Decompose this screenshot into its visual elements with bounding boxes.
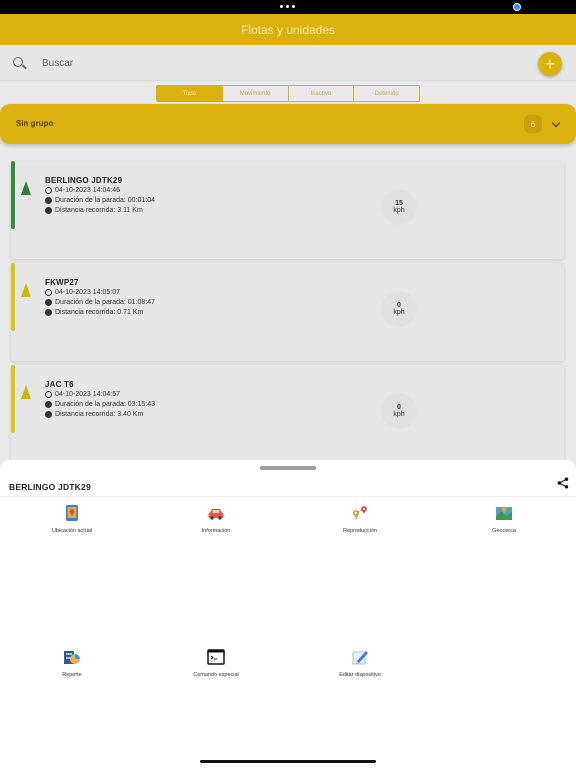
vehicle-stop-row: Duración de la parada: 00:01:04 [45,197,155,204]
car-icon [208,509,224,520]
divider [0,496,576,497]
map-icon [496,507,512,520]
action-informacion[interactable]: Información [161,504,271,534]
plus-icon: + [544,54,556,74]
direction-arrow-icon [21,283,31,297]
distance-icon [45,411,52,418]
vehicle-stop-row: Duración de la parada: 01:08:47 [45,299,155,306]
vehicle-timestamp-row: 04-10-2023 14:05:07 [45,289,120,296]
search-icon [13,57,23,67]
speed-unit: kph [393,207,405,214]
vehicle-stop-duration: Duración de la parada: 03:15:43 [55,401,156,408]
terminal-icon [207,649,225,665]
vehicle-stop-duration: Duración de la parada: 00:01:04 [55,197,156,204]
sheet-drag-handle[interactable] [260,466,316,470]
speed-value: 0 [397,404,401,411]
vehicle-distance: Distancia recorrida: 0.71 Km [55,309,144,316]
vehicle-timestamp: 04-10-2023 14:04:46 [55,187,120,194]
vehicle-name: BERLINGO JDTK29 [45,176,123,185]
status-stripe [11,161,15,229]
action-label: Información [201,528,231,534]
vehicle-card[interactable]: BERLINGO JDTK29 04-10-2023 14:04:46 Dura… [11,161,564,259]
vehicle-timestamp-row: 04-10-2023 14:04:57 [45,391,120,398]
phone-location-icon [66,505,78,521]
share-icon[interactable] [557,477,569,489]
vehicle-distance-row: Distancia recorrida: 3.40 Km [45,411,143,418]
tab-inactivo[interactable]: Inactivo [287,86,354,101]
vehicle-card[interactable]: JAC T6 04-10-2023 14:04:57 Duración de l… [11,365,564,463]
sheet-title: BERLINGO JDTK29 [9,482,91,492]
action-label: Ubicación actual [51,528,93,534]
actions-bottom-sheet: BERLINGO JDTK29 Ubicación actual Informa… [0,460,576,768]
vehicle-name: FKWP27 [45,278,79,287]
action-label: Comando especial [193,672,239,678]
group-count-badge: 6 [524,115,542,133]
page-title: Flotas y unidades [240,22,336,37]
vehicle-stop-row: Duración de la parada: 03:15:43 [45,401,155,408]
vehicle-name: JAC T6 [45,380,74,389]
status-stripe [11,263,15,331]
action-label: Reproducción [343,528,377,534]
speed-unit: kph [393,309,405,316]
edit-icon [352,651,368,665]
action-ubicacion-actual[interactable]: Ubicación actual [17,504,127,534]
speed-badge: 0 kph [382,394,416,428]
action-geocerca[interactable]: Geocerca [449,504,559,534]
tab-todo[interactable]: Todo [157,86,222,101]
clock-icon [45,391,52,398]
stop-icon [45,401,52,408]
distance-icon [45,309,52,316]
vehicle-distance-row: Distancia recorrida: 3.11 Km [45,207,143,214]
group-header[interactable]: Sin grupo 6 [0,104,576,144]
vehicle-card[interactable]: FKWP27 04-10-2023 14:05:07 Duración de l… [11,263,564,361]
chevron-down-icon[interactable] [551,118,561,128]
home-indicator[interactable] [200,760,376,763]
direction-arrow-icon [21,181,31,195]
clock-icon [45,187,52,194]
vehicle-timestamp: 04-10-2023 14:05:07 [55,289,120,296]
vehicle-timestamp: 04-10-2023 14:04:57 [55,391,120,398]
action-editar-dispositivo[interactable]: Editar dispositivo [305,648,415,678]
speed-value: 0 [397,302,401,309]
app-header: Flotas y unidades [0,14,576,45]
vehicle-distance: Distancia recorrida: 3.40 Km [55,411,144,418]
tab-detenido[interactable]: Detenido [353,86,419,101]
search-input[interactable] [42,55,482,71]
status-bar [0,0,576,14]
distance-icon [45,207,52,214]
speed-badge: 0 kph [382,292,416,326]
location-indicator-icon [513,3,521,11]
speed-unit: kph [393,411,405,418]
speed-badge: 15 kph [382,190,416,224]
action-reporte[interactable]: Reporte [17,648,127,678]
vehicle-stop-duration: Duración de la parada: 01:08:47 [55,299,156,306]
add-button[interactable]: + [538,52,562,76]
vehicle-distance-row: Distancia recorrida: 0.71 Km [45,309,143,316]
action-label: Geocerca [492,528,516,534]
action-label: Reporte [62,672,82,678]
action-reproduccion[interactable]: Reproducción [305,504,415,534]
group-label: Sin grupo [16,119,54,128]
direction-arrow-icon [21,385,31,399]
stop-icon [45,299,52,306]
tab-movimiento[interactable]: Movimiento [221,86,288,101]
stop-icon [45,197,52,204]
filter-tabs: Todo Movimiento Inactivo Detenido [156,85,420,102]
speed-value: 15 [395,200,403,207]
report-chart-icon [64,651,80,664]
status-stripe [11,365,15,433]
route-pins-icon [353,506,367,520]
vehicle-distance: Distancia recorrida: 3.11 Km [55,207,143,214]
clock-icon [45,289,52,296]
action-comando-especial[interactable]: Comando especial [161,648,271,678]
vehicle-timestamp-row: 04-10-2023 14:04:46 [45,187,120,194]
action-label: Editar dispositivo [339,672,381,678]
search-bar [0,45,576,81]
multitasking-dots[interactable] [280,5,295,8]
